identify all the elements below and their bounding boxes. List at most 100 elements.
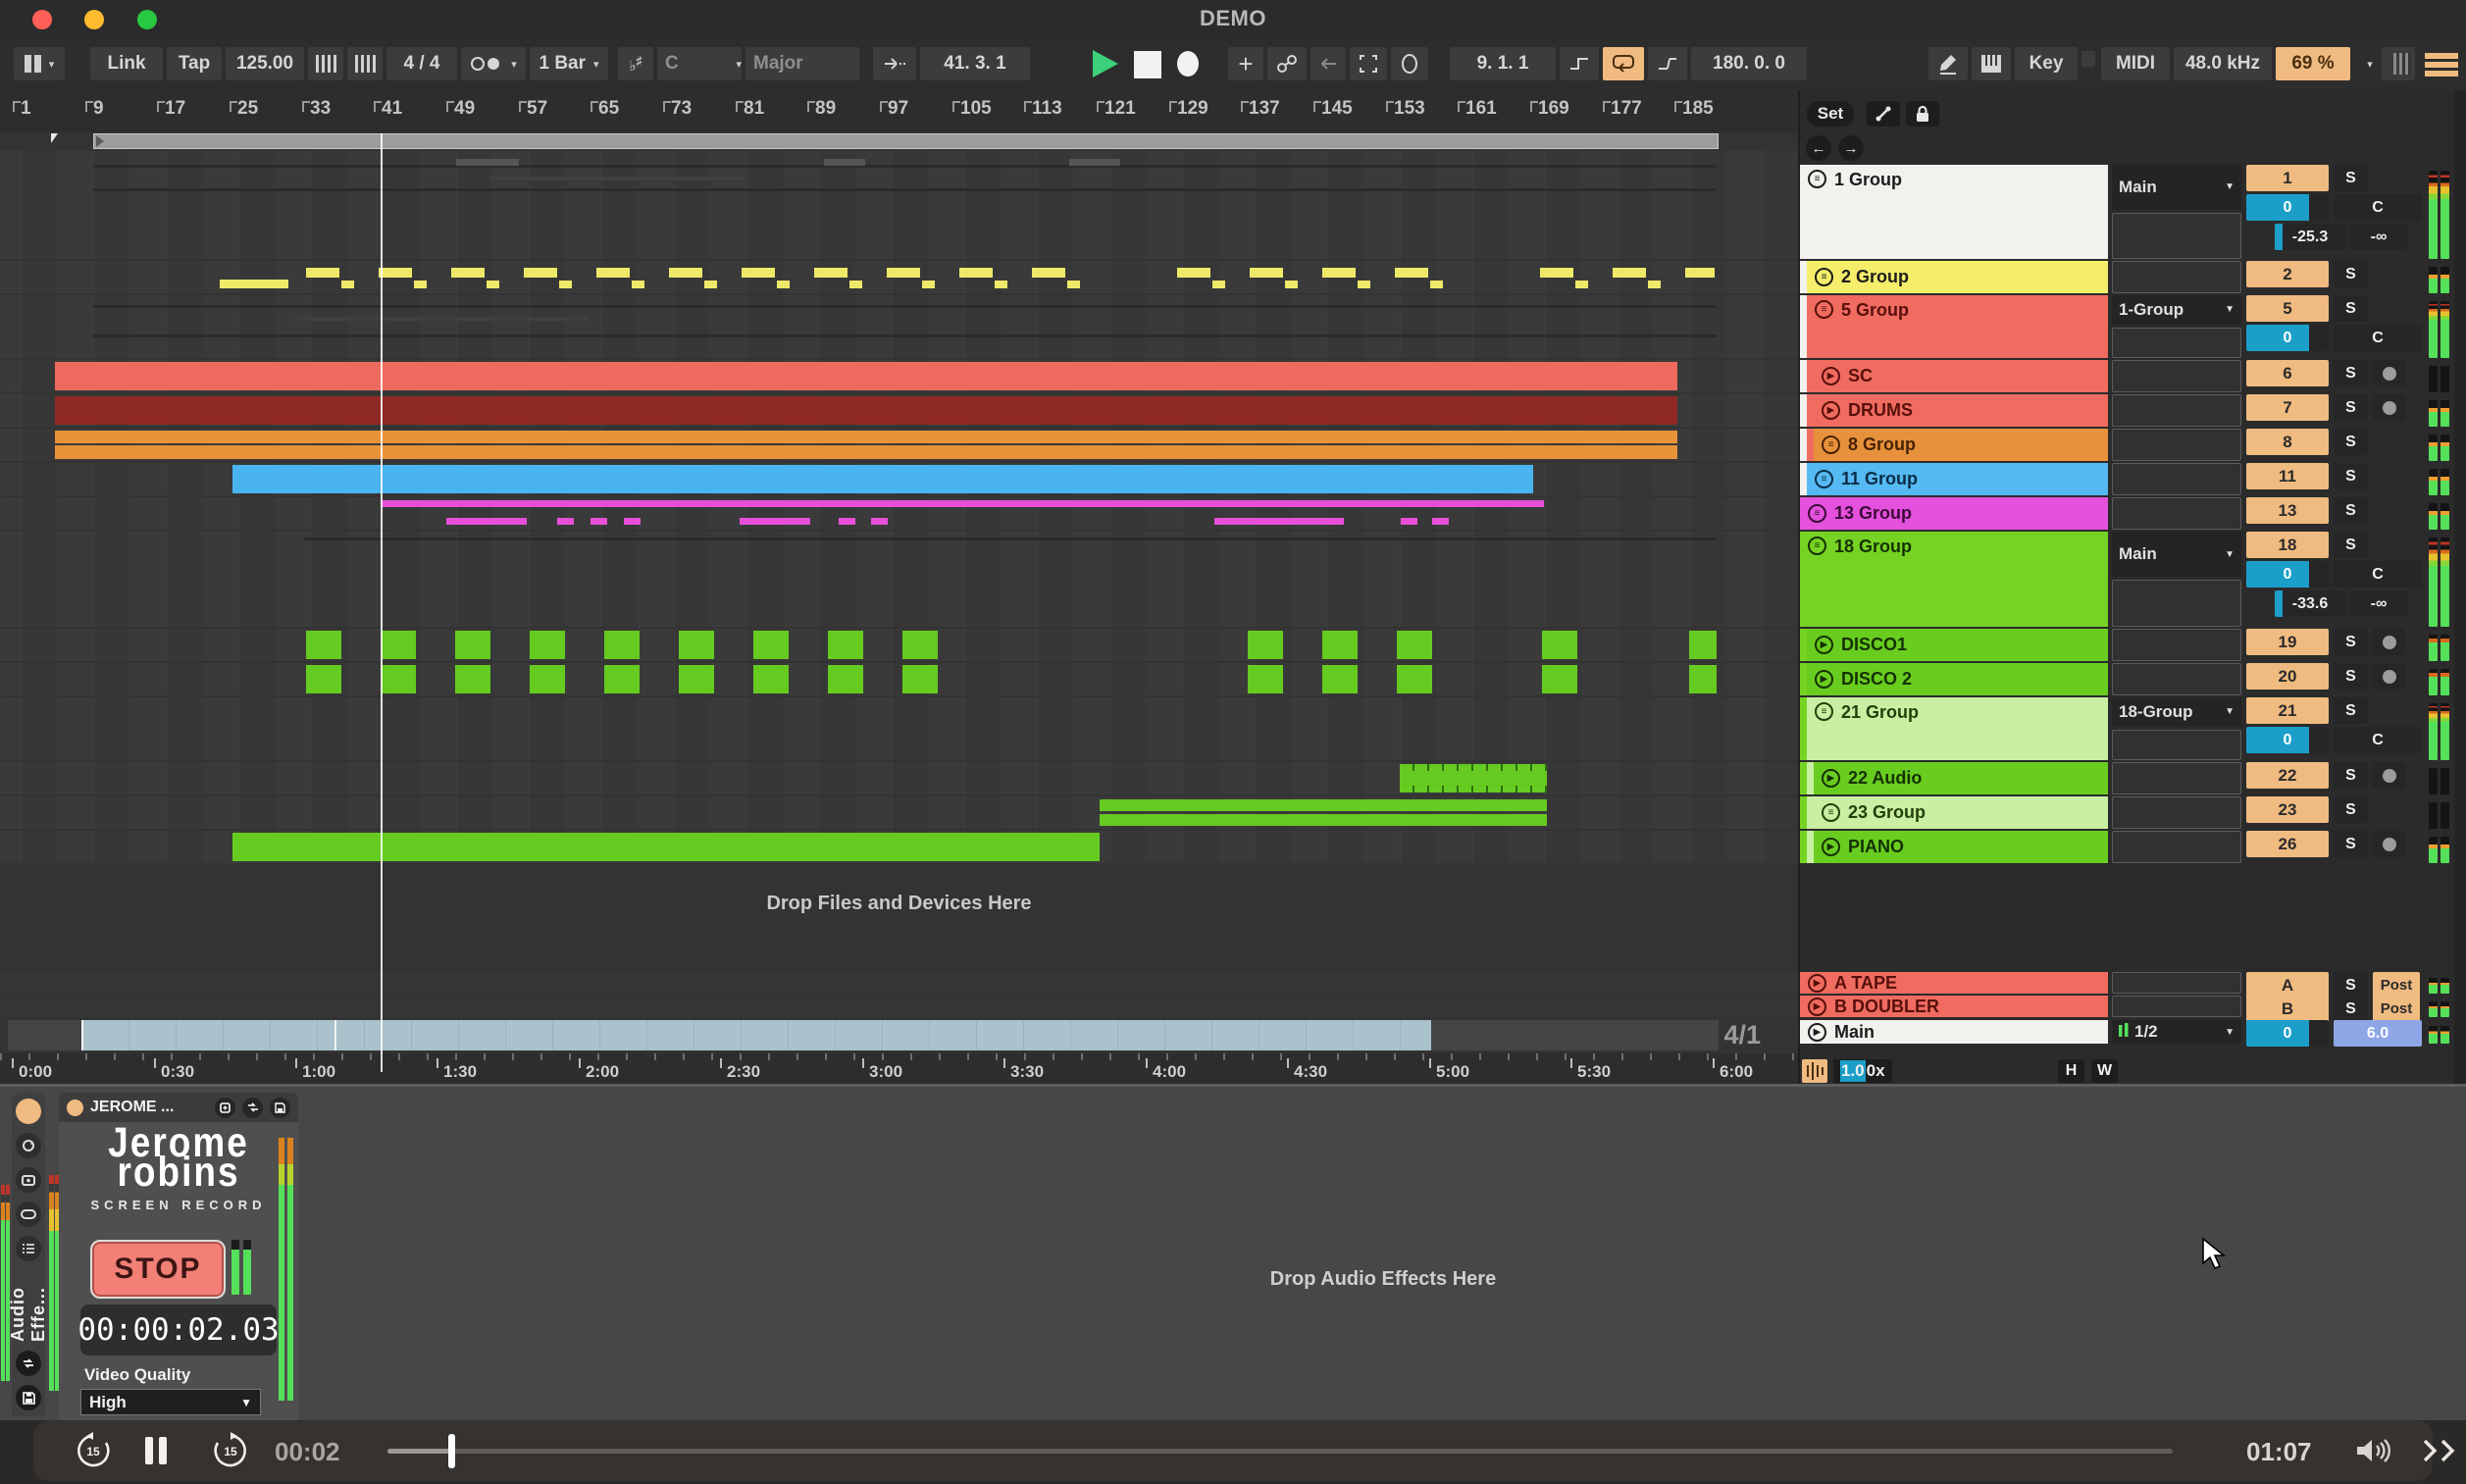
clip[interactable] bbox=[1432, 518, 1449, 525]
cue-volume[interactable]: 6.0 bbox=[2334, 1020, 2422, 1047]
input-box[interactable] bbox=[2112, 261, 2241, 293]
clip[interactable] bbox=[828, 631, 863, 659]
device-hot-swap-icon[interactable] bbox=[242, 1098, 263, 1118]
clip[interactable] bbox=[381, 500, 1544, 507]
link-cable-button[interactable] bbox=[1867, 101, 1900, 127]
arrangement-overview[interactable] bbox=[8, 1020, 1719, 1050]
beat-time-ruler[interactable]: 1917253341495765738189971051131211291371… bbox=[0, 90, 1798, 132]
clip[interactable] bbox=[1250, 268, 1283, 278]
track-row-2-group[interactable]: ≡2 Group2S bbox=[1800, 261, 2454, 293]
clip[interactable] bbox=[995, 281, 1007, 288]
lane-disco-2[interactable] bbox=[0, 663, 1798, 695]
group-fold-icon[interactable]: ≡ bbox=[1815, 470, 1833, 488]
lane-8-group[interactable] bbox=[0, 429, 1798, 461]
video-quality-dropdown[interactable]: High▼ bbox=[80, 1389, 261, 1415]
output-routing-dropdown[interactable]: Main▼ bbox=[2112, 532, 2241, 577]
track-row-8-group[interactable]: ≡8 Group8S bbox=[1800, 429, 2454, 461]
pan-knob[interactable]: C bbox=[2334, 561, 2422, 588]
clip[interactable] bbox=[1100, 799, 1547, 811]
group-fold-icon[interactable]: ≡ bbox=[1815, 268, 1833, 286]
device-window-icon[interactable] bbox=[215, 1098, 235, 1118]
device-on-led[interactable] bbox=[67, 1100, 83, 1116]
solo-button[interactable]: S bbox=[2334, 663, 2368, 690]
track-name-cell[interactable]: ≡1 Group bbox=[1800, 165, 2108, 259]
link-button[interactable]: Link bbox=[90, 47, 163, 80]
post-toggle[interactable]: Post bbox=[2373, 996, 2420, 1022]
track-name-cell[interactable]: ≡2 Group bbox=[1807, 261, 2108, 293]
track-number[interactable]: 20 bbox=[2246, 663, 2329, 690]
track-name-cell[interactable]: ▶A TAPE bbox=[1800, 972, 2108, 994]
lane-21-group[interactable] bbox=[0, 697, 1798, 760]
clip[interactable] bbox=[487, 281, 499, 288]
clip[interactable] bbox=[596, 268, 630, 278]
panel-scrollbar[interactable] bbox=[2454, 90, 2466, 1084]
group-fold-icon[interactable]: ≡ bbox=[1808, 504, 1826, 523]
clip[interactable] bbox=[1100, 814, 1547, 826]
solo-button[interactable]: S bbox=[2334, 360, 2368, 386]
back-button[interactable]: ← bbox=[1806, 135, 1831, 161]
clip[interactable] bbox=[669, 268, 702, 278]
track-row-13-group[interactable]: ≡13 Group13S bbox=[1800, 497, 2454, 530]
automation-arm-button[interactable] bbox=[1267, 47, 1307, 80]
punch-in-button[interactable] bbox=[1560, 47, 1599, 80]
input-box[interactable] bbox=[2112, 394, 2241, 427]
clip[interactable] bbox=[1648, 281, 1661, 288]
clip[interactable] bbox=[414, 281, 427, 288]
solo-button[interactable]: S bbox=[2334, 831, 2368, 857]
solo-button[interactable]: S bbox=[2334, 996, 2368, 1022]
arm-button[interactable] bbox=[2373, 360, 2405, 386]
overdub-button[interactable]: + bbox=[1228, 47, 1263, 80]
clip[interactable] bbox=[1322, 631, 1358, 659]
track-number[interactable]: 23 bbox=[2246, 796, 2329, 823]
stop-button[interactable] bbox=[1134, 51, 1161, 78]
loop-start-field[interactable]: 9. 1. 1 bbox=[1450, 47, 1556, 80]
speed-field[interactable]: 1.00x bbox=[1833, 1059, 1892, 1083]
lane-sc[interactable] bbox=[0, 360, 1798, 392]
track-number[interactable]: B bbox=[2246, 996, 2329, 1022]
track-play-icon[interactable]: ▶ bbox=[1822, 838, 1840, 856]
clip[interactable] bbox=[871, 518, 888, 525]
clip[interactable] bbox=[959, 268, 993, 278]
output-routing-dropdown[interactable]: 1-Group▼ bbox=[2112, 295, 2241, 325]
stop-recording-button[interactable]: STOP bbox=[90, 1240, 226, 1299]
chain-snapshot-icon[interactable] bbox=[16, 1167, 41, 1193]
clip[interactable] bbox=[341, 281, 354, 288]
track-number[interactable]: 5 bbox=[2246, 295, 2329, 322]
track-play-icon[interactable]: ▶ bbox=[1808, 974, 1826, 993]
track-number[interactable]: A bbox=[2246, 972, 2329, 998]
output-routing-dropdown[interactable]: 1/2▼ bbox=[2112, 1020, 2241, 1044]
clip[interactable] bbox=[306, 268, 339, 278]
session-view-icon[interactable] bbox=[2393, 53, 2408, 75]
lane-23-group[interactable] bbox=[0, 796, 1798, 829]
arm-button[interactable] bbox=[2373, 629, 2405, 655]
track-number[interactable]: 8 bbox=[2246, 429, 2329, 455]
key-map-button[interactable]: Key bbox=[2015, 47, 2078, 80]
track-play-icon[interactable]: ▶ bbox=[1808, 998, 1826, 1016]
clip[interactable] bbox=[451, 268, 485, 278]
input-box[interactable] bbox=[2112, 580, 2241, 627]
clip[interactable] bbox=[753, 665, 789, 693]
cpu-meter[interactable]: 69 % bbox=[2276, 47, 2350, 80]
clip[interactable] bbox=[887, 268, 920, 278]
track-number[interactable]: 19 bbox=[2246, 629, 2329, 655]
clip[interactable] bbox=[559, 281, 572, 288]
cpu-menu-arrow[interactable]: ▾ bbox=[2354, 47, 2378, 80]
track-name-cell[interactable]: ≡8 Group bbox=[1814, 429, 2108, 461]
input-box[interactable] bbox=[2112, 730, 2241, 761]
solo-button[interactable]: S bbox=[2334, 497, 2368, 524]
track-number[interactable]: 13 bbox=[2246, 497, 2329, 524]
solo-button[interactable]: S bbox=[2334, 532, 2368, 558]
clip[interactable] bbox=[455, 631, 490, 659]
track-number[interactable]: 2 bbox=[2246, 261, 2329, 287]
track-play-icon[interactable]: ▶ bbox=[1822, 401, 1840, 420]
time-ruler[interactable]: 0:000:301:001:302:002:303:003:304:004:30… bbox=[0, 1053, 1798, 1084]
clip[interactable] bbox=[1685, 268, 1715, 278]
output-routing-dropdown[interactable]: 18-Group▼ bbox=[2112, 697, 2241, 727]
device-activator-led[interactable] bbox=[16, 1099, 41, 1124]
clip[interactable] bbox=[1397, 631, 1432, 659]
track-row-main[interactable]: ▶Main1/2▼06.0 bbox=[1800, 1020, 2454, 1044]
clip[interactable] bbox=[530, 665, 565, 693]
group-fold-icon[interactable]: ≡ bbox=[1808, 170, 1826, 188]
width-zoom-button[interactable]: W bbox=[2091, 1059, 2118, 1083]
clip[interactable] bbox=[740, 518, 810, 525]
